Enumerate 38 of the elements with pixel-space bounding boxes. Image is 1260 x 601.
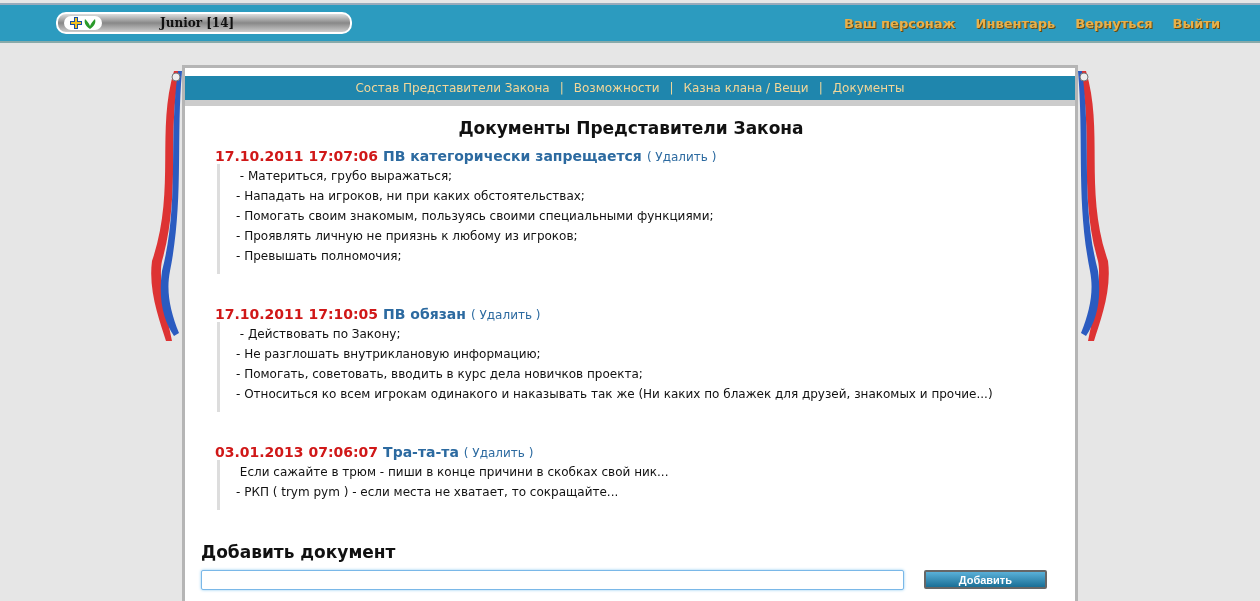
document-title: Тра-та-та — [383, 444, 459, 460]
document-line: - Помогать, советовать, вводить в курс дела новичков проекта; — [236, 366, 644, 383]
document-line: - Нападать на игроков, ни при каких обстоятельствах; — [236, 188, 586, 205]
document-line: - РКП ( trym pym ) - если места не хватает, то сокращайте... — [236, 484, 620, 501]
nav-separator: | — [559, 81, 564, 95]
nav-link[interactable]: Возможности — [573, 81, 660, 95]
leaf-emblem-icon — [84, 17, 96, 29]
page-title: Документы Представители Закона — [457, 118, 805, 138]
document-line: - Действовать по Закону; — [238, 326, 402, 343]
delete-link[interactable]: ( Удалить ) — [463, 446, 534, 460]
document-line: - Проявлять личную не приязнь к любому из игроков; — [236, 228, 579, 245]
document-title: ПВ обязан — [383, 306, 466, 322]
document-line: Если сажайте в трюм - пиши в конце причини в скобках свой ник... — [238, 464, 670, 481]
document-title: ПВ категорически запрещается — [383, 148, 642, 164]
top-link[interactable]: Ваш персонаж — [844, 15, 956, 31]
document-line: - Материться, грубо выражаться; — [238, 168, 454, 185]
delete-link[interactable]: ( Удалить ) — [471, 308, 541, 322]
delete-link[interactable]: ( Удалить ) — [646, 150, 717, 164]
add-button[interactable]: Добавить — [923, 570, 1047, 589]
document-input[interactable] — [201, 570, 904, 590]
nav-link[interactable]: Казна клана / Вещи — [683, 81, 809, 95]
cross-emblem-icon — [70, 17, 82, 29]
document-line: - Помогать своим знакомым, пользуясь своими специальными функциями; — [236, 208, 715, 225]
nav-link[interactable]: Документы — [832, 81, 905, 95]
nav-link[interactable]: Состав Представители Закона — [355, 81, 550, 95]
document-line: - Не разглошать внутриклановую информацию; — [236, 346, 542, 363]
top-link[interactable]: Вернуться — [1075, 15, 1153, 31]
document-line: - Превышать полномочия; — [236, 248, 403, 265]
player-name: Junior [14] — [160, 16, 235, 30]
top-link[interactable]: Инвентарь — [975, 15, 1056, 31]
add-heading: Добавить документ — [201, 542, 397, 562]
nav-separator: | — [669, 81, 674, 95]
document-date: 17.10.2011 17:07:06 — [215, 148, 379, 164]
top-link[interactable]: Выйти — [1172, 15, 1220, 31]
document-date: 03.01.2013 07:06:07 — [215, 444, 379, 460]
nav-separator: | — [818, 81, 823, 95]
document-date: 17.10.2011 17:10:05 — [215, 306, 379, 322]
document-line: - Относиться ко всем игрокам одинакого и наказывать так же (Ни каких по блажек для друзей, знакомых и прочие...) — [236, 386, 994, 403]
